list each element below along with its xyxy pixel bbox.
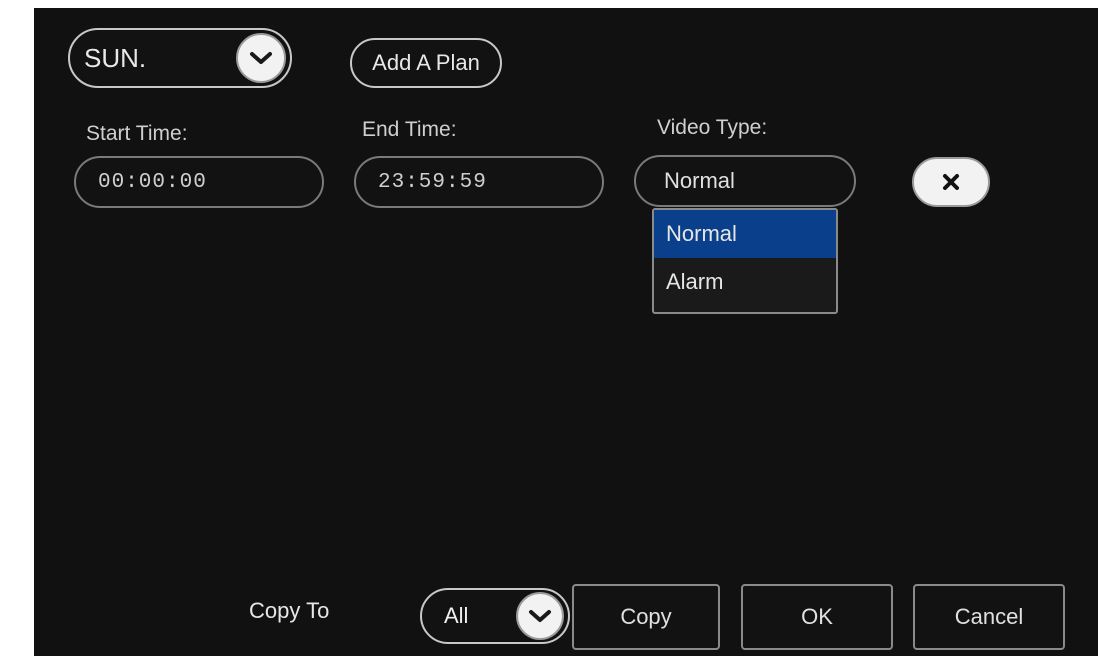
copy-target-chevron-button[interactable]: [516, 592, 564, 640]
chevron-down-icon: [529, 610, 551, 622]
video-type-select[interactable]: Normal: [634, 155, 856, 207]
ok-button-label: OK: [801, 604, 833, 629]
start-time-field[interactable]: 00:00:00: [74, 156, 324, 208]
copy-button[interactable]: Copy: [572, 584, 720, 650]
delete-plan-button[interactable]: [912, 157, 990, 207]
video-type-option-normal[interactable]: Normal: [654, 210, 836, 258]
add-plan-label: Add A Plan: [372, 50, 480, 75]
cancel-button-label: Cancel: [954, 604, 1024, 629]
end-time-value: 23:59:59: [378, 170, 487, 194]
copy-to-label: Copy To: [249, 598, 330, 623]
close-icon: [943, 174, 959, 190]
video-type-option-alarm[interactable]: Alarm: [654, 258, 836, 306]
end-time-label: End Time:: [362, 118, 457, 141]
end-time-field[interactable]: 23:59:59: [354, 156, 604, 208]
cancel-button[interactable]: Cancel: [913, 584, 1065, 650]
ok-button[interactable]: OK: [741, 584, 893, 650]
copy-target-value: All: [444, 603, 469, 628]
add-plan-button[interactable]: Add A Plan: [350, 38, 502, 88]
video-type-dropdown: Normal Alarm: [652, 208, 838, 314]
copy-button-label: Copy: [620, 604, 672, 629]
recording-schedule-panel: [34, 8, 1098, 656]
video-type-value: Normal: [664, 168, 735, 193]
start-time-value: 00:00:00: [98, 170, 207, 194]
day-select-value: SUN.: [84, 42, 147, 73]
video-type-label: Video Type:: [657, 116, 768, 139]
chevron-down-icon: [250, 52, 272, 64]
day-select-chevron-button[interactable]: [236, 33, 286, 83]
start-time-label: Start Time:: [86, 122, 188, 145]
